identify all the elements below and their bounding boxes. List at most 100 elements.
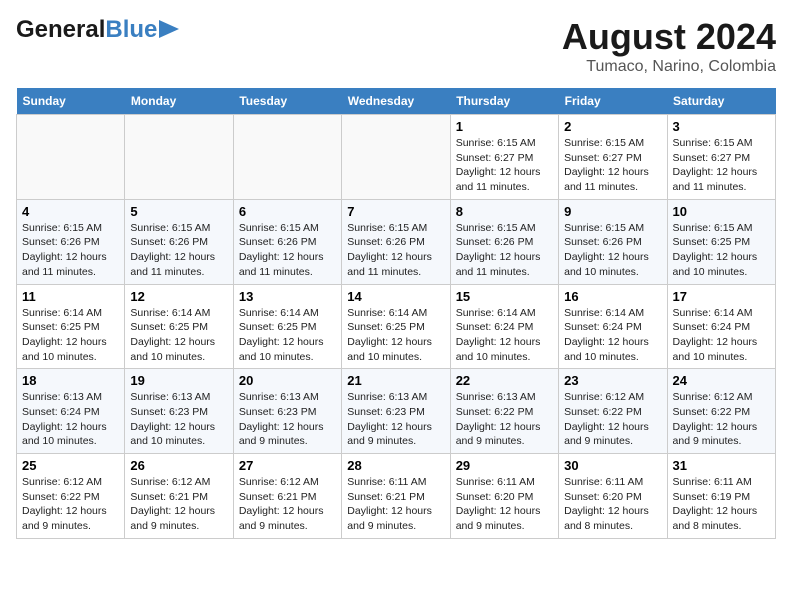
calendar-day-1: 1 Sunrise: 6:15 AM Sunset: 6:27 PM Daylig… <box>450 115 558 200</box>
day-number: 5 <box>130 204 227 219</box>
col-header-saturday: Saturday <box>667 88 775 115</box>
calendar-day-2: 2 Sunrise: 6:15 AM Sunset: 6:27 PM Daylig… <box>559 115 667 200</box>
calendar-day-16: 16 Sunrise: 6:14 AM Sunset: 6:24 PM Dayli… <box>559 284 667 369</box>
calendar-day-18: 18 Sunrise: 6:13 AM Sunset: 6:24 PM Dayli… <box>17 369 125 454</box>
calendar-day-13: 13Sunrise: 6:14 AM Sunset: 6:25 PM Dayli… <box>233 284 341 369</box>
day-info: Sunrise: 6:15 AM Sunset: 6:26 PM Dayligh… <box>456 221 553 280</box>
day-number: 2 <box>564 119 661 134</box>
day-info: Sunrise: 6:15 AM Sunset: 6:26 PM Dayligh… <box>564 221 661 280</box>
day-info: Sunrise: 6:11 AM Sunset: 6:21 PM Dayligh… <box>347 475 444 534</box>
calendar-day-empty <box>342 115 450 200</box>
day-number: 10 <box>673 204 770 219</box>
day-number: 7 <box>347 204 444 219</box>
day-number: 6 <box>239 204 336 219</box>
day-number: 14 <box>347 289 444 304</box>
day-number: 22 <box>456 373 553 388</box>
day-number: 23 <box>564 373 661 388</box>
day-info: Sunrise: 6:14 AM Sunset: 6:24 PM Dayligh… <box>564 306 661 365</box>
day-info: Sunrise: 6:13 AM Sunset: 6:24 PM Dayligh… <box>22 390 119 449</box>
day-number: 29 <box>456 458 553 473</box>
day-info: Sunrise: 6:11 AM Sunset: 6:20 PM Dayligh… <box>456 475 553 534</box>
day-number: 21 <box>347 373 444 388</box>
day-info: Sunrise: 6:14 AM Sunset: 6:25 PM Dayligh… <box>239 306 336 365</box>
calendar-week-1: 1 Sunrise: 6:15 AM Sunset: 6:27 PM Daylig… <box>17 115 776 200</box>
day-info: Sunrise: 6:14 AM Sunset: 6:24 PM Dayligh… <box>456 306 553 365</box>
day-info: Sunrise: 6:15 AM Sunset: 6:26 PM Dayligh… <box>347 221 444 280</box>
calendar-day-5: 5 Sunrise: 6:15 AM Sunset: 6:26 PM Daylig… <box>125 199 233 284</box>
calendar-day-9: 9 Sunrise: 6:15 AM Sunset: 6:26 PM Daylig… <box>559 199 667 284</box>
day-number: 8 <box>456 204 553 219</box>
day-info: Sunrise: 6:15 AM Sunset: 6:27 PM Dayligh… <box>456 136 553 195</box>
col-header-monday: Monday <box>125 88 233 115</box>
day-info: Sunrise: 6:15 AM Sunset: 6:25 PM Dayligh… <box>673 221 770 280</box>
day-info: Sunrise: 6:13 AM Sunset: 6:22 PM Dayligh… <box>456 390 553 449</box>
calendar-header-row: SundayMondayTuesdayWednesdayThursdayFrid… <box>17 88 776 115</box>
logo-blue: Blue <box>105 16 157 43</box>
day-info: Sunrise: 6:15 AM Sunset: 6:26 PM Dayligh… <box>22 221 119 280</box>
day-number: 26 <box>130 458 227 473</box>
calendar-day-25: 25Sunrise: 6:12 AM Sunset: 6:22 PM Dayli… <box>17 454 125 539</box>
day-number: 15 <box>456 289 553 304</box>
month-title: August 2024 <box>562 16 776 58</box>
calendar-week-4: 18 Sunrise: 6:13 AM Sunset: 6:24 PM Dayli… <box>17 369 776 454</box>
day-info: Sunrise: 6:12 AM Sunset: 6:21 PM Dayligh… <box>130 475 227 534</box>
day-number: 3 <box>673 119 770 134</box>
calendar-day-23: 23 Sunrise: 6:12 AM Sunset: 6:22 PM Dayli… <box>559 369 667 454</box>
calendar-day-20: 20 Sunrise: 6:13 AM Sunset: 6:23 PM Dayli… <box>233 369 341 454</box>
col-header-thursday: Thursday <box>450 88 558 115</box>
calendar-day-6: 6 Sunrise: 6:15 AM Sunset: 6:26 PM Daylig… <box>233 199 341 284</box>
calendar-day-empty <box>17 115 125 200</box>
day-number: 19 <box>130 373 227 388</box>
page-header: GeneralBlue August 2024 Tumaco, Narino, … <box>16 16 776 76</box>
day-number: 31 <box>673 458 770 473</box>
calendar-day-27: 27Sunrise: 6:12 AM Sunset: 6:21 PM Dayli… <box>233 454 341 539</box>
col-header-wednesday: Wednesday <box>342 88 450 115</box>
calendar-week-3: 11Sunrise: 6:14 AM Sunset: 6:25 PM Dayli… <box>17 284 776 369</box>
day-info: Sunrise: 6:12 AM Sunset: 6:22 PM Dayligh… <box>564 390 661 449</box>
day-info: Sunrise: 6:13 AM Sunset: 6:23 PM Dayligh… <box>347 390 444 449</box>
calendar-day-28: 28 Sunrise: 6:11 AM Sunset: 6:21 PM Dayli… <box>342 454 450 539</box>
day-info: Sunrise: 6:14 AM Sunset: 6:25 PM Dayligh… <box>130 306 227 365</box>
calendar-day-empty <box>125 115 233 200</box>
col-header-friday: Friday <box>559 88 667 115</box>
day-number: 4 <box>22 204 119 219</box>
calendar-day-17: 17 Sunrise: 6:14 AM Sunset: 6:24 PM Dayli… <box>667 284 775 369</box>
day-number: 27 <box>239 458 336 473</box>
calendar-day-30: 30Sunrise: 6:11 AM Sunset: 6:20 PM Dayli… <box>559 454 667 539</box>
day-info: Sunrise: 6:13 AM Sunset: 6:23 PM Dayligh… <box>130 390 227 449</box>
day-info: Sunrise: 6:15 AM Sunset: 6:26 PM Dayligh… <box>130 221 227 280</box>
calendar-day-22: 22 Sunrise: 6:13 AM Sunset: 6:22 PM Dayli… <box>450 369 558 454</box>
day-info: Sunrise: 6:15 AM Sunset: 6:27 PM Dayligh… <box>564 136 661 195</box>
calendar-day-14: 14 Sunrise: 6:14 AM Sunset: 6:25 PM Dayli… <box>342 284 450 369</box>
day-number: 16 <box>564 289 661 304</box>
day-number: 28 <box>347 458 444 473</box>
day-number: 1 <box>456 119 553 134</box>
day-number: 12 <box>130 289 227 304</box>
calendar-day-4: 4 Sunrise: 6:15 AM Sunset: 6:26 PM Daylig… <box>17 199 125 284</box>
calendar-day-31: 31Sunrise: 6:11 AM Sunset: 6:19 PM Dayli… <box>667 454 775 539</box>
day-number: 17 <box>673 289 770 304</box>
calendar-day-8: 8 Sunrise: 6:15 AM Sunset: 6:26 PM Daylig… <box>450 199 558 284</box>
calendar-day-29: 29 Sunrise: 6:11 AM Sunset: 6:20 PM Dayli… <box>450 454 558 539</box>
day-info: Sunrise: 6:14 AM Sunset: 6:25 PM Dayligh… <box>347 306 444 365</box>
calendar-day-11: 11Sunrise: 6:14 AM Sunset: 6:25 PM Dayli… <box>17 284 125 369</box>
calendar-day-26: 26 Sunrise: 6:12 AM Sunset: 6:21 PM Dayli… <box>125 454 233 539</box>
calendar-day-3: 3Sunrise: 6:15 AM Sunset: 6:27 PM Daylig… <box>667 115 775 200</box>
day-number: 18 <box>22 373 119 388</box>
calendar-day-24: 24Sunrise: 6:12 AM Sunset: 6:22 PM Dayli… <box>667 369 775 454</box>
day-info: Sunrise: 6:14 AM Sunset: 6:24 PM Dayligh… <box>673 306 770 365</box>
day-number: 9 <box>564 204 661 219</box>
title-area: August 2024 Tumaco, Narino, Colombia <box>562 16 776 76</box>
day-info: Sunrise: 6:14 AM Sunset: 6:25 PM Dayligh… <box>22 306 119 365</box>
col-header-tuesday: Tuesday <box>233 88 341 115</box>
day-number: 20 <box>239 373 336 388</box>
col-header-sunday: Sunday <box>17 88 125 115</box>
calendar-day-19: 19 Sunrise: 6:13 AM Sunset: 6:23 PM Dayli… <box>125 369 233 454</box>
logo: GeneralBlue <box>16 16 157 44</box>
day-info: Sunrise: 6:13 AM Sunset: 6:23 PM Dayligh… <box>239 390 336 449</box>
day-info: Sunrise: 6:12 AM Sunset: 6:22 PM Dayligh… <box>22 475 119 534</box>
day-info: Sunrise: 6:15 AM Sunset: 6:26 PM Dayligh… <box>239 221 336 280</box>
day-info: Sunrise: 6:11 AM Sunset: 6:20 PM Dayligh… <box>564 475 661 534</box>
location: Tumaco, Narino, Colombia <box>562 58 776 76</box>
calendar-week-2: 4 Sunrise: 6:15 AM Sunset: 6:26 PM Daylig… <box>17 199 776 284</box>
